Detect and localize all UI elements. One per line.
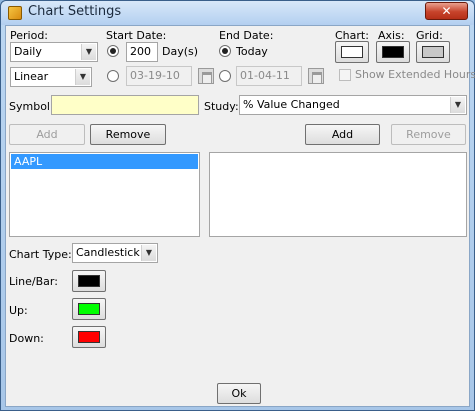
- up-color-button[interactable]: [72, 298, 106, 320]
- line-bar-label: Line/Bar:: [9, 275, 58, 288]
- up-color-swatch: [78, 303, 100, 315]
- ok-button[interactable]: Ok: [217, 383, 261, 404]
- start-date-input[interactable]: 03-19-10: [126, 66, 192, 86]
- period-select[interactable]: Daily ▼: [10, 42, 98, 62]
- grid-color-swatch: [422, 46, 444, 58]
- calendar-icon[interactable]: [308, 68, 324, 84]
- window-title: Chart Settings: [28, 4, 122, 19]
- end-date-label: End Date:: [219, 29, 274, 42]
- chart-type-label: Chart Type:: [9, 248, 72, 261]
- start-days-input[interactable]: 200: [126, 42, 158, 62]
- list-item[interactable]: AAPL: [11, 154, 198, 169]
- start-date-label: Start Date:: [106, 29, 167, 42]
- start-date-radio[interactable]: [107, 70, 119, 82]
- up-label: Up:: [9, 304, 28, 317]
- close-button[interactable]: ✕: [425, 2, 468, 20]
- days-unit-label: Day(s): [162, 45, 199, 58]
- axis-color-button[interactable]: [376, 41, 410, 63]
- period-select-value: Daily: [14, 45, 42, 58]
- symbol-input[interactable]: [51, 95, 199, 115]
- app-icon: [8, 6, 22, 20]
- extended-hours-checkbox[interactable]: [339, 69, 351, 81]
- chart-settings-window: Chart Settings ✕ Period: Daily ▼ Linear …: [0, 0, 475, 411]
- grid-color-button[interactable]: [416, 41, 450, 63]
- symbol-list[interactable]: AAPL: [9, 152, 200, 237]
- chevron-down-icon: ▼: [450, 97, 465, 113]
- end-date-input[interactable]: 01-04-11: [236, 66, 302, 86]
- today-label: Today: [236, 45, 268, 58]
- dialog-body: Period: Daily ▼ Linear ▼ Start Date: 200…: [5, 25, 475, 407]
- extended-hours-label: Show Extended Hours: [355, 68, 475, 81]
- symbol-label: Symbol:: [9, 100, 54, 113]
- add-symbol-button[interactable]: Add: [9, 124, 85, 145]
- start-days-radio[interactable]: [107, 45, 119, 57]
- chevron-down-icon: ▼: [75, 69, 90, 85]
- add-study-button[interactable]: Add: [305, 124, 380, 145]
- period-label: Period:: [10, 29, 49, 42]
- chart-color-swatch: [341, 46, 363, 58]
- study-select-value: % Value Changed: [243, 98, 340, 111]
- axis-color-swatch: [382, 46, 404, 58]
- title-bar[interactable]: Chart Settings ✕: [1, 1, 474, 25]
- chevron-down-icon: ▼: [81, 44, 96, 60]
- scale-select-value: Linear: [14, 70, 49, 83]
- remove-symbol-button[interactable]: Remove: [90, 124, 166, 145]
- scale-select[interactable]: Linear ▼: [10, 67, 92, 87]
- study-label: Study:: [204, 100, 239, 113]
- line-bar-color-button[interactable]: [72, 270, 106, 292]
- chart-color-button[interactable]: [335, 41, 369, 63]
- down-color-button[interactable]: [72, 326, 106, 348]
- study-select[interactable]: % Value Changed ▼: [239, 95, 467, 115]
- chevron-down-icon: ▼: [141, 245, 156, 261]
- down-color-swatch: [78, 331, 100, 343]
- chart-type-select[interactable]: Candlestick ▼: [72, 243, 158, 263]
- down-label: Down:: [9, 332, 44, 345]
- end-today-radio[interactable]: [219, 45, 231, 57]
- calendar-icon[interactable]: [198, 68, 214, 84]
- chart-type-value: Candlestick: [76, 246, 140, 259]
- end-date-radio[interactable]: [219, 70, 231, 82]
- line-bar-color-swatch: [78, 275, 100, 287]
- study-list[interactable]: [209, 152, 467, 237]
- remove-study-button[interactable]: Remove: [391, 124, 466, 145]
